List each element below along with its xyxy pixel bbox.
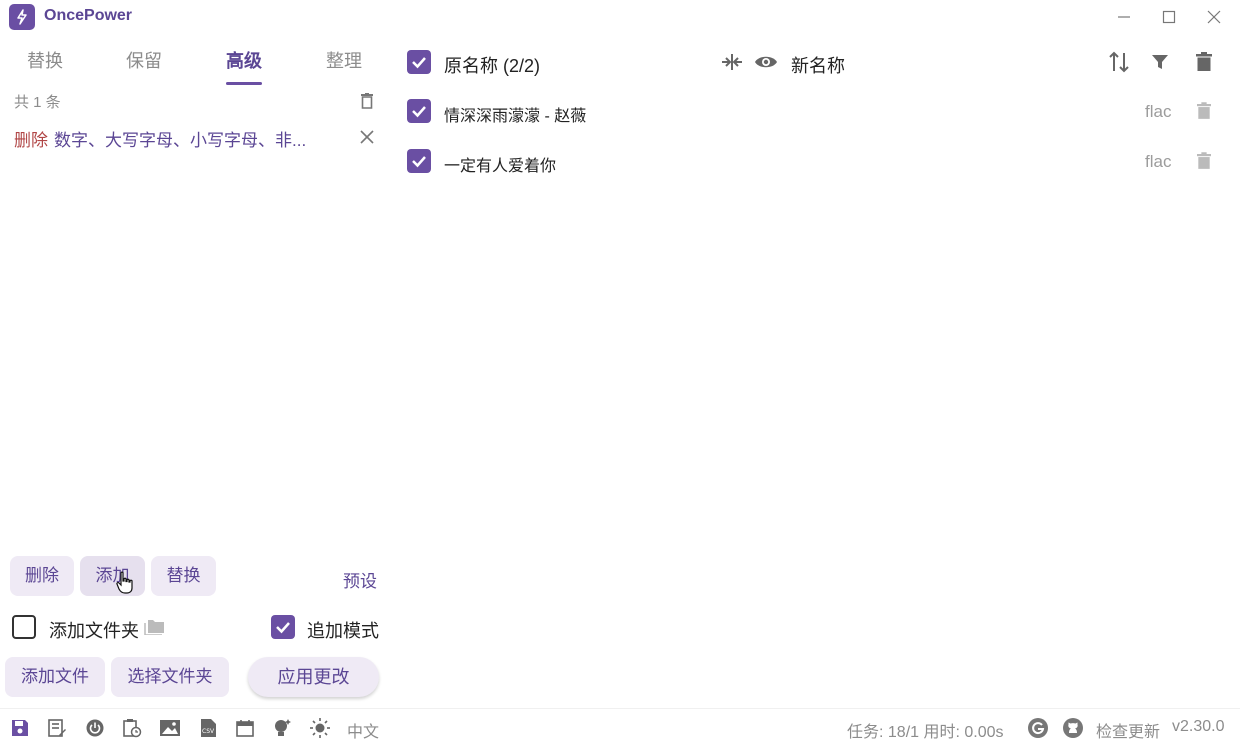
file-row-checkbox[interactable]	[407, 149, 431, 173]
image-icon[interactable]	[159, 717, 181, 739]
hand-cursor-icon	[115, 570, 135, 596]
file-name: 情深深雨濛濛 - 赵薇	[444, 108, 587, 125]
add-file-button[interactable]: 添加文件	[5, 657, 105, 697]
tab-organize[interactable]: 整理	[304, 40, 384, 86]
task-status: 任务: 18/1 用时: 0.00s	[847, 724, 1004, 741]
rule-list-edit-icon[interactable]	[46, 717, 68, 739]
tab-advanced[interactable]: 高级	[204, 40, 284, 86]
github-icon[interactable]	[1062, 717, 1084, 739]
delete-all-trash-icon[interactable]	[1193, 50, 1215, 74]
select-all-checkbox[interactable]	[407, 50, 431, 74]
active-tab-indicator	[226, 82, 262, 85]
select-folder-button[interactable]: 选择文件夹	[111, 657, 229, 697]
power-icon[interactable]	[84, 717, 106, 739]
rule-count: 共 1 条	[14, 94, 61, 111]
add-rule-button[interactable]: 添加	[80, 556, 145, 596]
rule-item[interactable]: 删除 数字、大写字母、小写字母、非...	[14, 126, 384, 152]
split-compare-icon[interactable]	[720, 50, 744, 74]
delete-rule-button[interactable]: 删除	[10, 556, 74, 596]
csv-file-icon[interactable]: CSV	[197, 717, 219, 739]
title-bar: OncePower	[0, 0, 1240, 34]
replace-rule-button[interactable]: 替换	[151, 556, 216, 596]
file-row-checkbox[interactable]	[407, 99, 431, 123]
minimize-button[interactable]	[1112, 5, 1136, 29]
append-mode-checkbox[interactable]	[271, 615, 295, 639]
remove-file-trash-icon[interactable]	[1194, 100, 1214, 122]
remove-file-trash-icon[interactable]	[1194, 150, 1214, 172]
apply-changes-button[interactable]: 应用更改	[248, 657, 379, 697]
file-extension: flac	[1145, 152, 1172, 171]
calendar-icon[interactable]	[234, 717, 256, 739]
tab-keep[interactable]: 保留	[104, 40, 184, 86]
rule-description: 数字、大写字母、小写字母、非...	[54, 131, 307, 150]
rule-type: 删除	[14, 131, 48, 150]
add-folder-label: 添加文件夹	[49, 621, 139, 641]
clipboard-clock-icon[interactable]	[121, 717, 143, 739]
language-toggle[interactable]: 中文	[347, 718, 379, 742]
g-logo-icon[interactable]	[1027, 717, 1049, 739]
filter-icon[interactable]	[1148, 50, 1172, 74]
theme-sun-icon[interactable]	[309, 717, 331, 739]
app-logo-icon	[9, 4, 35, 30]
app-title: OncePower	[44, 7, 133, 24]
original-name-header: 原名称 (2/2)	[444, 56, 541, 76]
close-window-button[interactable]	[1202, 5, 1226, 29]
add-folder-checkbox[interactable]	[12, 615, 36, 639]
rule-tabs: 替换 保留 高级 整理	[0, 40, 390, 88]
check-update-link[interactable]: 检查更新	[1096, 718, 1160, 742]
version-label: v2.30.0	[1172, 718, 1225, 735]
new-name-header: 新名称	[791, 56, 845, 76]
preset-link[interactable]: 预设	[343, 567, 377, 592]
append-mode-label: 追加模式	[307, 621, 379, 641]
remove-rule-close-icon[interactable]	[358, 128, 376, 146]
svg-text:CSV: CSV	[202, 728, 215, 735]
lightbulb-icon[interactable]	[271, 717, 293, 739]
maximize-button[interactable]	[1157, 5, 1181, 29]
save-icon[interactable]	[9, 717, 31, 739]
status-bar: CSV 中文 任务: 18/1 用时: 0.00s 检查更新 v2.30.0	[0, 708, 1240, 742]
file-name: 一定有人爱着你	[444, 158, 557, 175]
preview-eye-icon[interactable]	[753, 50, 779, 74]
file-extension: flac	[1145, 102, 1172, 121]
folder-icon	[144, 616, 166, 636]
sort-icon[interactable]	[1106, 49, 1132, 75]
tab-replace[interactable]: 替换	[5, 40, 85, 86]
clear-rules-trash-icon[interactable]	[357, 91, 377, 111]
